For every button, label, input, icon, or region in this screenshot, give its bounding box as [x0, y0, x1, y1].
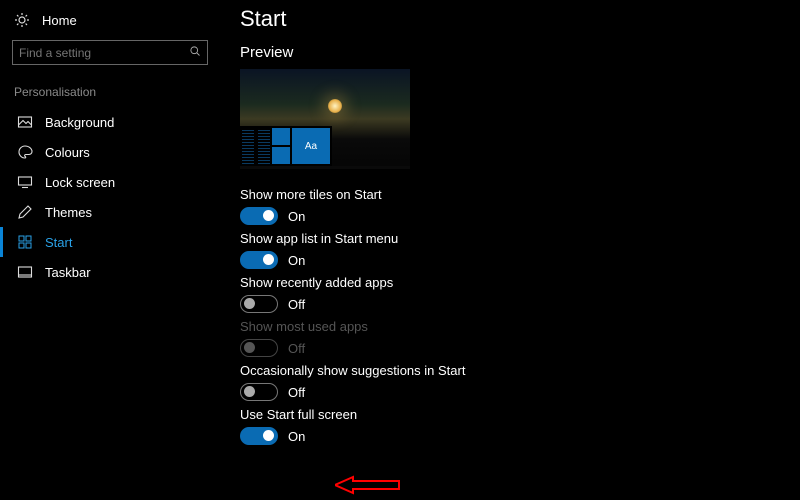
sidebar-item-label: Background	[45, 115, 114, 130]
toggle-state: On	[288, 209, 305, 224]
monitor-icon	[17, 174, 33, 190]
search-icon	[189, 45, 201, 60]
setting-row: Occasionally show suggestions in Start Of…	[240, 363, 780, 401]
picture-icon	[17, 114, 33, 130]
home-label: Home	[42, 13, 77, 28]
preview-tile-aa: Aa	[292, 128, 330, 164]
sidebar-item-taskbar[interactable]: Taskbar	[0, 257, 220, 287]
sidebar: Home Personalisation Background Colours …	[0, 0, 220, 500]
toggle-state: Off	[288, 297, 305, 312]
sidebar-item-label: Taskbar	[45, 265, 91, 280]
toggle-state: On	[288, 253, 305, 268]
sidebar-item-label: Colours	[45, 145, 90, 160]
toggle-switch	[240, 339, 278, 357]
sidebar-item-label: Themes	[45, 205, 92, 220]
search-input-wrap[interactable]	[12, 40, 208, 65]
setting-row: Show app list in Start menu On	[240, 231, 780, 269]
setting-row: Show more tiles on Start On	[240, 187, 780, 225]
sidebar-item-colours[interactable]: Colours	[0, 137, 220, 167]
setting-label: Show app list in Start menu	[240, 231, 780, 246]
setting-row: Show most used apps Off	[240, 319, 780, 357]
sidebar-section-label: Personalisation	[0, 79, 220, 107]
setting-row: Show recently added apps Off	[240, 275, 780, 313]
sidebar-item-themes[interactable]: Themes	[0, 197, 220, 227]
pen-icon	[17, 204, 33, 220]
preview-label: Preview	[240, 44, 780, 61]
toggle-switch[interactable]	[240, 207, 278, 225]
sidebar-item-lockscreen[interactable]: Lock screen	[0, 167, 220, 197]
setting-row: Use Start full screen On	[240, 407, 780, 445]
gear-icon	[14, 12, 30, 28]
page-title: Start	[240, 6, 780, 32]
toggle-switch[interactable]	[240, 295, 278, 313]
home-button[interactable]: Home	[0, 6, 220, 38]
start-icon	[17, 234, 33, 250]
toggle-state: On	[288, 429, 305, 444]
toggle-switch[interactable]	[240, 427, 278, 445]
sidebar-item-label: Start	[45, 235, 72, 250]
toggle-switch[interactable]	[240, 251, 278, 269]
setting-label: Occasionally show suggestions in Start	[240, 363, 780, 378]
setting-label: Show most used apps	[240, 319, 780, 334]
sidebar-item-label: Lock screen	[45, 175, 115, 190]
sidebar-item-start[interactable]: Start	[0, 227, 220, 257]
search-input[interactable]	[19, 46, 189, 60]
sidebar-item-background[interactable]: Background	[0, 107, 220, 137]
toggle-state: Off	[288, 385, 305, 400]
palette-icon	[17, 144, 33, 160]
toggle-switch[interactable]	[240, 383, 278, 401]
setting-label: Show recently added apps	[240, 275, 780, 290]
start-preview: Aa	[240, 69, 410, 169]
toggle-state: Off	[288, 341, 305, 356]
main-content: Start Preview Aa Show more tiles on Star…	[220, 0, 800, 500]
setting-label: Use Start full screen	[240, 407, 780, 422]
setting-label: Show more tiles on Start	[240, 187, 780, 202]
taskbar-icon	[17, 264, 33, 280]
